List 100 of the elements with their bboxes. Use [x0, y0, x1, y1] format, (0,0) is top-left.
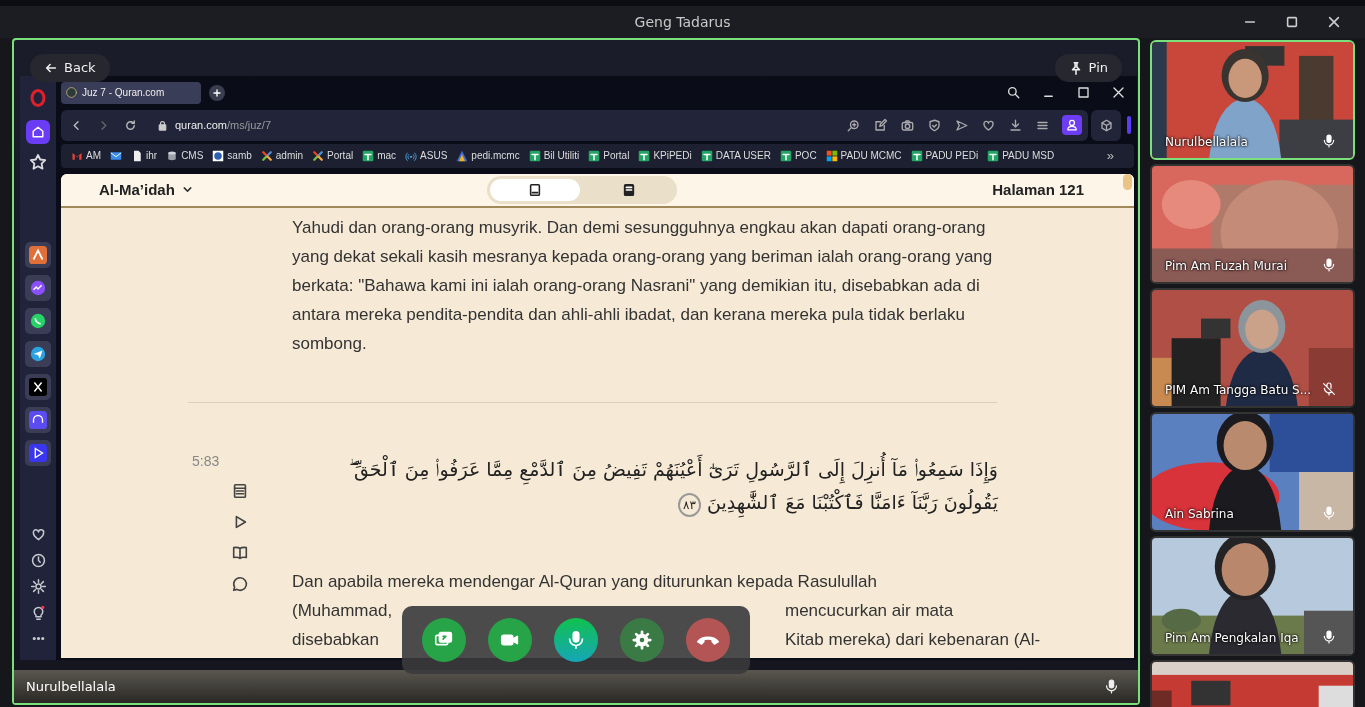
bookmark[interactable]: DATA USER	[700, 149, 771, 162]
close-icon[interactable]	[1327, 15, 1341, 29]
bookmark[interactable]: KPiPEDi	[638, 149, 692, 162]
phone-bubble-icon	[29, 311, 47, 330]
maximize-icon[interactable]	[1285, 15, 1299, 29]
bookmark[interactable]: Portal	[588, 149, 630, 162]
paper-plane-button[interactable]	[25, 340, 51, 367]
settings-icon[interactable]	[29, 578, 47, 596]
view-mode-button[interactable]	[489, 178, 580, 201]
home-button[interactable]	[26, 119, 50, 144]
peak-app-button[interactable]	[25, 241, 51, 268]
zoom-in-icon[interactable]	[846, 117, 861, 133]
spreadsheet-icon	[700, 149, 713, 162]
bookmark[interactable]: mac	[362, 149, 397, 162]
page-number: Halaman 121	[992, 181, 1084, 199]
sidebar-handle[interactable]	[1127, 116, 1131, 135]
translation-text: Kitab mereka) dari kebenaran (Al-	[785, 628, 1041, 651]
bookmark[interactable]: PADU MCMC	[825, 149, 902, 162]
reload-icon[interactable]	[123, 117, 138, 133]
clock-icon[interactable]	[29, 552, 47, 570]
lock-icon	[156, 118, 169, 132]
signal-icon	[405, 149, 418, 162]
translation-text: Yahudi dan orang-orang musyrik. Dan demi sesungguhnya engkau akan dapati orang-orang yang dekat sekali kasih mesranya kepada orang-orang yang beriman ialah orang-orang yang berkata: "Bahawa kami ini ialah orang-orang Nasrani" yang demikian itu, disebabkan ada di antara mereka pendita-pendita dan ahli-ahli ibadat, dan kerana mereka pula tidak berlaku sombong.	[292, 216, 994, 355]
cube-icon	[1098, 117, 1114, 133]
bookmark[interactable]: samb	[212, 149, 252, 162]
bookmark[interactable]: POC	[779, 149, 817, 162]
chat-bubble-button[interactable]	[25, 274, 51, 301]
translation-text: disebabkan	[292, 628, 379, 651]
paper-plane-icon	[29, 344, 47, 363]
participant-tile[interactable]: Pim Am Pengkalan Iqa	[1150, 536, 1355, 656]
presenter-name: Nurulbellalala	[26, 679, 116, 695]
peak-app-icon	[29, 245, 47, 264]
window-title: Geng Tadarus	[633, 14, 732, 30]
bookmark[interactable]: PADU PEDi	[910, 149, 979, 162]
camera-icon[interactable]	[900, 117, 915, 133]
site-icon	[65, 86, 78, 100]
download-icon[interactable]	[1008, 117, 1023, 133]
cylinder-icon	[166, 149, 179, 162]
comment-icon[interactable]	[231, 574, 249, 593]
bookmark[interactable]: AM	[71, 149, 101, 162]
spreadsheet-icon	[588, 149, 601, 162]
phone-handset-icon	[697, 635, 719, 645]
pinwheel-icon	[260, 149, 273, 162]
maximize-icon[interactable]	[1076, 85, 1091, 101]
tafsir-icon[interactable]	[231, 481, 249, 500]
ring-logo-icon[interactable]	[28, 87, 48, 108]
bookmark[interactable]: CMS	[166, 149, 204, 162]
pinwheel-icon	[312, 149, 325, 162]
surah-dropdown[interactable]: Al-Ma’idah	[99, 181, 194, 199]
cross-logo-icon	[29, 377, 47, 396]
bookmark[interactable]: ASUS	[405, 149, 448, 162]
spreadsheet-icon	[638, 149, 651, 162]
profile-button[interactable]	[1062, 115, 1082, 136]
spreadsheet-icon	[987, 149, 1000, 162]
settings-button[interactable]	[620, 618, 664, 662]
bookmark[interactable]	[110, 149, 122, 162]
cross-logo-button[interactable]	[25, 373, 51, 400]
edit-icon[interactable]	[873, 117, 888, 133]
back-button[interactable]: Back	[30, 53, 110, 82]
search-icon[interactable]	[1006, 85, 1021, 101]
star-icon[interactable]	[28, 151, 48, 172]
bookmark[interactable]: admin	[260, 149, 304, 162]
verse-end-marker: ٨٣	[678, 492, 701, 517]
send-icon[interactable]	[954, 117, 969, 133]
four-squares-icon	[825, 149, 838, 162]
participant-name: Pim Am Pengkalan Iqa	[1165, 631, 1299, 645]
book-icon	[527, 182, 542, 197]
share-screen-button[interactable]	[422, 618, 466, 662]
translation-text: (Muhammad,	[292, 599, 393, 622]
camera-button[interactable]	[488, 618, 532, 662]
phone-bubble-button[interactable]	[25, 307, 51, 334]
more-bookmarks[interactable]: »	[1106, 148, 1126, 164]
plus-icon	[211, 86, 223, 99]
bookmark[interactable]: Portal	[312, 149, 354, 162]
hang-up-button[interactable]	[686, 618, 730, 662]
headphones-button[interactable]	[25, 406, 51, 433]
url-text: quran.com/ms/juz/7	[175, 119, 271, 132]
headphones-icon	[29, 410, 47, 429]
bookmark[interactable]: PADU MSD	[987, 149, 1055, 162]
bookmark[interactable]: pedi.mcmc	[456, 149, 520, 162]
document-icon	[131, 149, 143, 162]
pin-button[interactable]: Pin	[1054, 53, 1122, 82]
extensions-button[interactable]	[1091, 109, 1121, 141]
microphone-button[interactable]	[554, 618, 598, 662]
scrollbar-thumb[interactable]	[1123, 173, 1132, 190]
verse-number: 5:83	[191, 452, 220, 469]
arabic-verse: وَإِذَا سَمِعُوا۟ مَآ أُنزِلَ إِلَى ٱلرَّسُولِ تَرَىٰٓ أَعْيُنَهُمْ تَفِيضُ مِنَ ٱلدَّمْعِ مِمَّا عَرَفُوا۟ مِنَ ٱلْحَقِّ ۖ يَقُولُونَ رَبَّنَآ ءَامَنَّا فَٱكْتُبْنَا مَعَ ٱلشَّٰهِدِينَ ٨٣	[292, 452, 998, 519]
participant-tile[interactable]: Pim Am Fuzah Murai	[1150, 164, 1355, 284]
play-arrow-button[interactable]	[25, 439, 51, 466]
participant-name: Pim Am Fuzah Murai	[1165, 259, 1288, 273]
bookmark[interactable]: ihr	[131, 149, 158, 162]
page-icon	[621, 182, 636, 197]
triangle-icon	[456, 149, 469, 162]
chat-bubble-icon	[29, 278, 47, 297]
bookmark[interactable]: Bil Utiliti	[528, 149, 580, 162]
new-tab-button[interactable]	[209, 84, 225, 101]
address-bar[interactable]: quran.com/ms/juz/7	[61, 109, 1088, 141]
shield-icon[interactable]	[927, 117, 942, 133]
spreadsheet-icon	[779, 149, 792, 162]
browser-tab[interactable]: Juz 7 - Quran.com	[61, 81, 201, 104]
